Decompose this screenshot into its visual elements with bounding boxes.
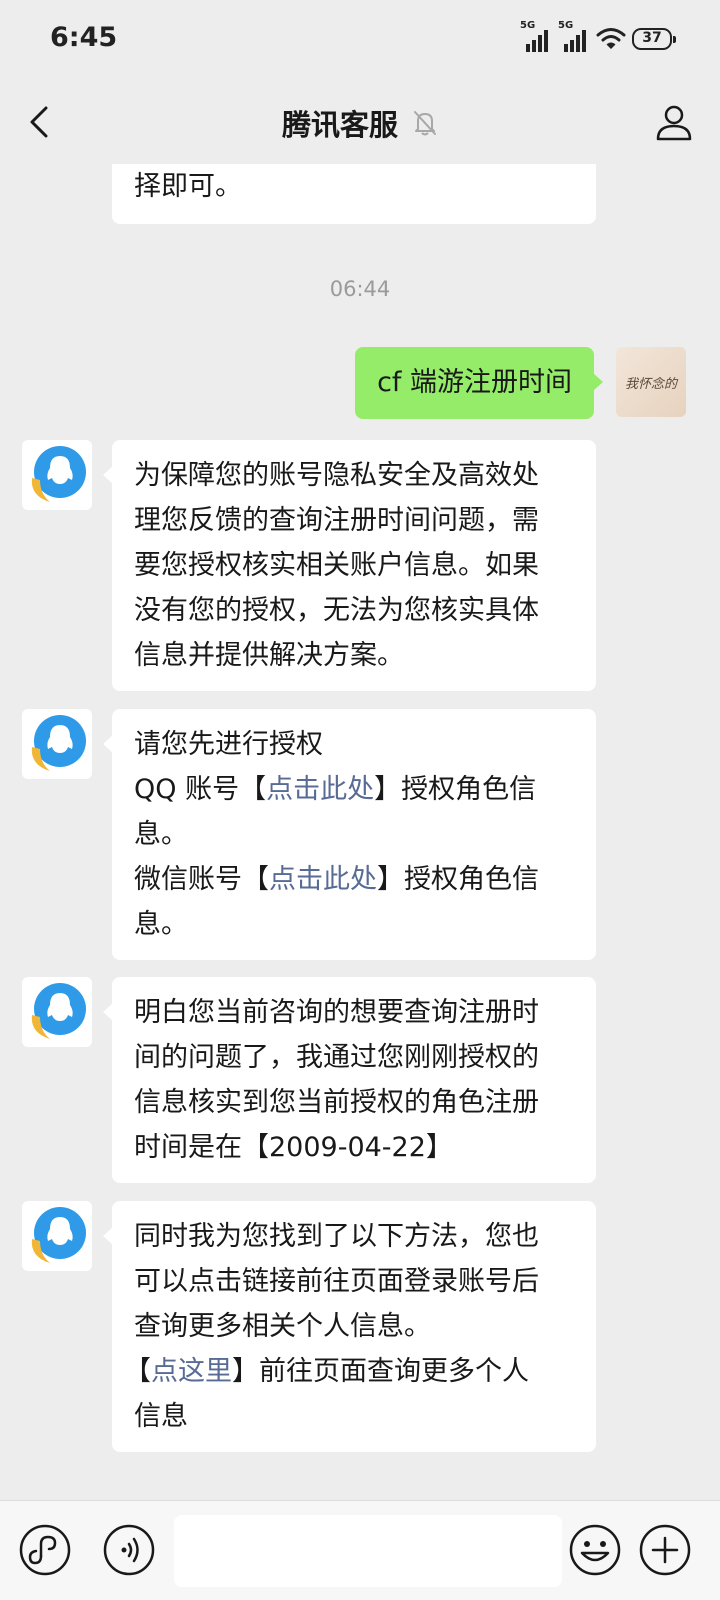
status-bar: 6:45 5G 5G 37 [0,0,720,80]
user-message-bubble[interactable]: cf 端游注册时间 [355,347,603,419]
text-fragment: 】授权角色信 [374,774,537,805]
service-message-bubble[interactable]: 请您先进行授权 QQ 账号【点击此处】授权角色信 息。 微信账号【点击此处】授权… [103,709,596,960]
nav-title-group: 腾讯客服 [0,102,720,144]
service-avatar[interactable] [22,440,92,510]
text-fragment: 微信账号【 [134,864,269,895]
signal-icon-2: 5G [558,20,590,52]
battery-icon: 37 [632,28,676,50]
chat-area[interactable]: 择即可。 06:44 cf 端游注册时间 我怀念的 为保障您的账号隐私安全及高效… [0,164,720,1500]
message-line: 为保障您的账号隐私安全及高效处 [134,460,539,491]
message-line: 可以点击链接前往页面登录账号后 [134,1266,539,1297]
message-line: 明白您当前咨询的想要查询注册时 [134,997,539,1028]
message-line: 息。 [134,819,188,850]
voice-icon[interactable] [102,1523,156,1577]
qq-service-icon [31,1207,86,1263]
message-line: 时间是在【2009-04-22】 [134,1132,453,1163]
message-line: 没有您的授权，无法为您核实具体 [134,595,539,626]
service-avatar[interactable] [22,977,92,1047]
service-message-bubble[interactable]: 明白您当前咨询的想要查询注册时 间的问题了，我通过您刚刚授权的 信息核实到您当前… [103,977,596,1183]
message-line: 间的问题了，我通过您刚刚授权的 [134,1042,539,1073]
user-avatar-text: 我怀念的 [624,376,677,392]
message-line: 信息 [134,1401,188,1432]
emoji-icon[interactable] [568,1523,622,1577]
message-text: 择即可。 [134,171,242,202]
user-avatar[interactable]: 我怀念的 [616,347,686,417]
user-message-text: cf 端游注册时间 [377,367,572,398]
timestamp: 06:44 [329,277,391,301]
qq-service-icon [31,446,86,502]
service-avatar[interactable] [22,1201,92,1271]
message-line: 查询更多相关个人信息。 [134,1311,431,1342]
mini-program-icon[interactable] [18,1523,72,1577]
message-line: 理您反馈的查询注册时间问题，需 [134,505,539,536]
qq-service-icon [31,715,86,771]
message-line: QQ 账号【点击此处】授权角色信 [134,767,574,812]
message-line: 要您授权核实相关账户信息。如果 [134,550,539,581]
signal-icon: 5G [520,20,552,52]
message-line: 信息核实到您当前授权的角色注册 [134,1087,539,1118]
message-line: 信息并提供解决方案。 [134,640,404,671]
text-fragment: QQ 账号【 [134,774,267,805]
message-line: 【点这里】前往页面查询更多个人 [124,1349,574,1394]
text-fragment: 】前往页面查询更多个人 [232,1356,529,1387]
message-line: 请您先进行授权 [134,729,323,760]
wechat-authorize-link[interactable]: 点击此处 [269,864,377,895]
service-avatar[interactable] [22,709,92,779]
message-line: 息。 [134,909,188,940]
text-fragment: 【 [124,1356,151,1387]
message-line: 微信账号【点击此处】授权角色信 [134,857,574,902]
status-icons: 5G 5G 37 [520,20,676,52]
message-input[interactable] [174,1515,562,1587]
text-fragment: 】授权角色信 [377,864,539,895]
query-more-link[interactable]: 点这里 [151,1356,232,1387]
qq-service-icon [31,983,86,1039]
status-time: 6:45 [50,22,118,53]
input-bar [0,1500,720,1600]
qq-authorize-link[interactable]: 点击此处 [266,774,374,805]
bell-off-icon [414,111,436,136]
message-line: 同时我为您找到了以下方法，您也 [134,1221,539,1252]
nav-bar: 腾讯客服 [0,80,720,164]
person-icon[interactable] [654,102,694,142]
wifi-icon [596,28,626,49]
message-bubble-partial: 择即可。 [112,164,596,224]
plus-icon[interactable] [638,1523,692,1577]
service-message-bubble[interactable]: 为保障您的账号隐私安全及高效处 理您反馈的查询注册时间问题，需 要您授权核实相关… [103,440,596,691]
page-title: 腾讯客服 [281,108,398,142]
service-message-bubble[interactable]: 同时我为您找到了以下方法，您也 可以点击链接前往页面登录账号后 查询更多相关个人… [103,1201,596,1452]
